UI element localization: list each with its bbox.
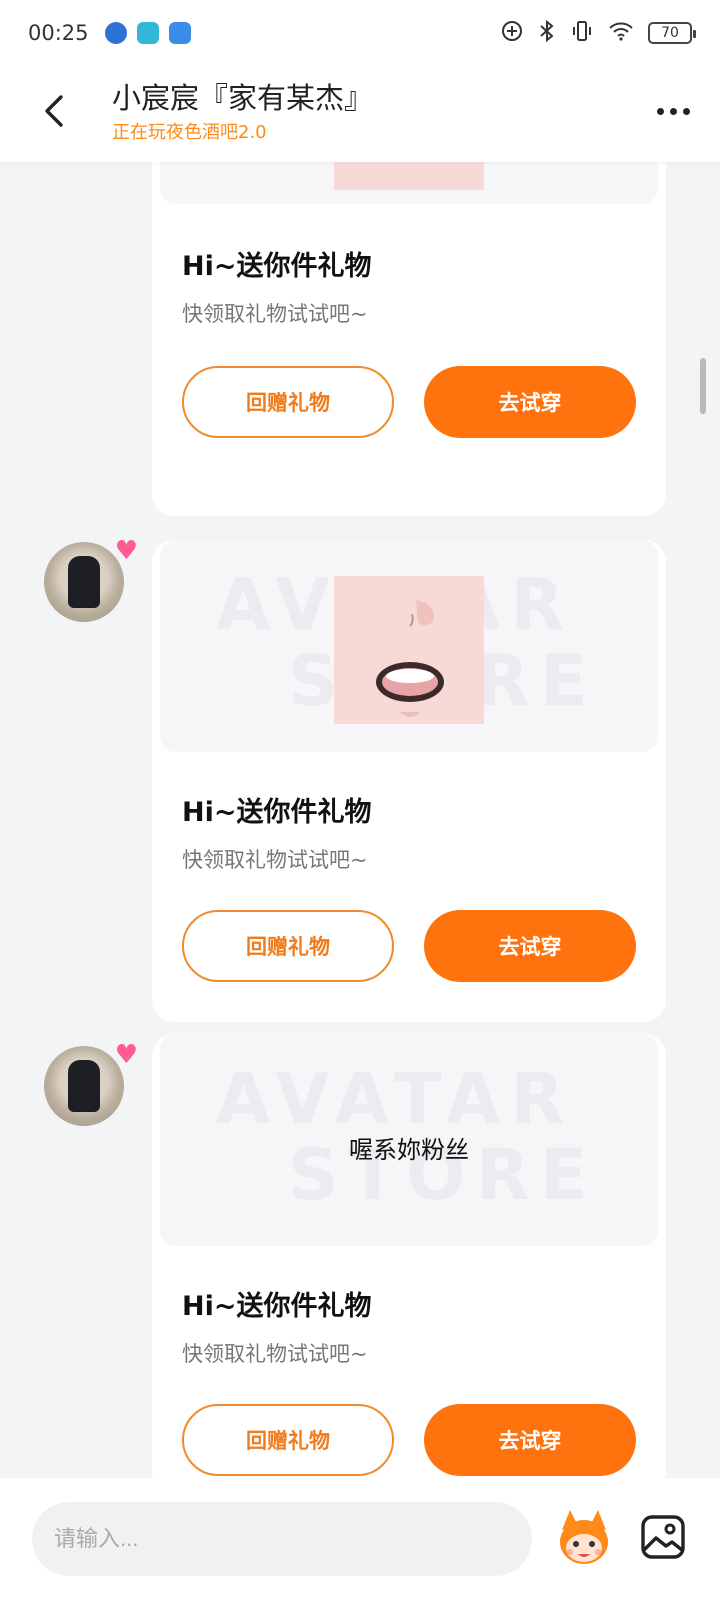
avatar[interactable]: ♥ (44, 536, 138, 622)
chat-status[interactable]: 正在玩夜色酒吧2.0 (112, 118, 373, 144)
chat-header: 小宸宸『家有某杰』 正在玩夜色酒吧2.0 (0, 66, 720, 162)
battery-indicator: 70 (648, 22, 696, 44)
heart-decoration-icon: ♥ (114, 536, 138, 566)
message-input[interactable] (32, 1502, 532, 1576)
gift-message-card: AVATAR STORE Hi~送你件礼物 快领取礼物试试吧~ 回赠礼物 去试穿 (152, 540, 666, 1022)
status-time: 00:25 (28, 21, 89, 45)
chat-title[interactable]: 小宸宸『家有某杰』 (112, 80, 373, 116)
vibrate-icon (570, 19, 594, 48)
image-button[interactable] (640, 1514, 686, 1560)
status-bar: 00:25 70 (0, 0, 720, 66)
more-icon (657, 107, 664, 115)
gift-image[interactable] (160, 162, 658, 204)
back-arrow-icon (45, 95, 63, 127)
scrollbar[interactable] (700, 358, 706, 414)
app-notification-icon (104, 22, 127, 44)
settings-notification-icon (168, 22, 191, 44)
gift-message-title: Hi~送你件礼物 (182, 251, 372, 282)
more-button[interactable] (657, 96, 690, 126)
app-notification-icon (136, 22, 159, 44)
gift-message-card: AVATAR STORE 喔系妳粉丝 Hi~送你件礼物 快领取礼物试试吧~ 回赠… (152, 1034, 666, 1478)
return-gift-button[interactable]: 回赠礼物 (182, 910, 394, 982)
heart-decoration-icon: ♥ (114, 1040, 138, 1070)
image-icon (641, 1515, 685, 1559)
gift-message-card: Hi~送你件礼物 快领取礼物试试吧~ 回赠礼物 去试穿 (152, 162, 666, 516)
return-gift-button[interactable]: 回赠礼物 (182, 366, 394, 438)
chat-message-list[interactable]: Hi~送你件礼物 快领取礼物试试吧~ 回赠礼物 去试穿 ♥ AVATAR STO… (0, 162, 720, 1478)
gift-image-text: 喔系妳粉丝 (349, 1136, 469, 1164)
emoji-button[interactable] (556, 1506, 612, 1568)
try-on-button[interactable]: 去试穿 (424, 1404, 636, 1476)
return-gift-button[interactable]: 回赠礼物 (182, 1404, 394, 1476)
gift-message-desc: 快领取礼物试试吧~ (182, 302, 368, 326)
avatar[interactable]: ♥ (44, 1040, 138, 1126)
back-button[interactable] (34, 86, 74, 136)
gift-message-desc: 快领取礼物试试吧~ (182, 848, 368, 872)
try-on-button[interactable]: 去试穿 (424, 366, 636, 438)
wifi-icon (608, 20, 634, 47)
try-on-button[interactable]: 去试穿 (424, 910, 636, 982)
gift-image[interactable]: AVATAR STORE (160, 540, 658, 752)
gift-message-title: Hi~送你件礼物 (182, 797, 372, 828)
gift-message-title: Hi~送你件礼物 (182, 1291, 372, 1322)
data-saver-icon (500, 19, 524, 48)
watermark-avatar: AVATAR (216, 1058, 574, 1140)
message-input-bar (0, 1478, 720, 1600)
emoji-mascot-icon (560, 1510, 608, 1564)
bluetooth-icon (538, 19, 556, 48)
gift-image[interactable]: AVATAR STORE 喔系妳粉丝 (160, 1034, 658, 1246)
gift-message-desc: 快领取礼物试试吧~ (182, 1342, 368, 1366)
